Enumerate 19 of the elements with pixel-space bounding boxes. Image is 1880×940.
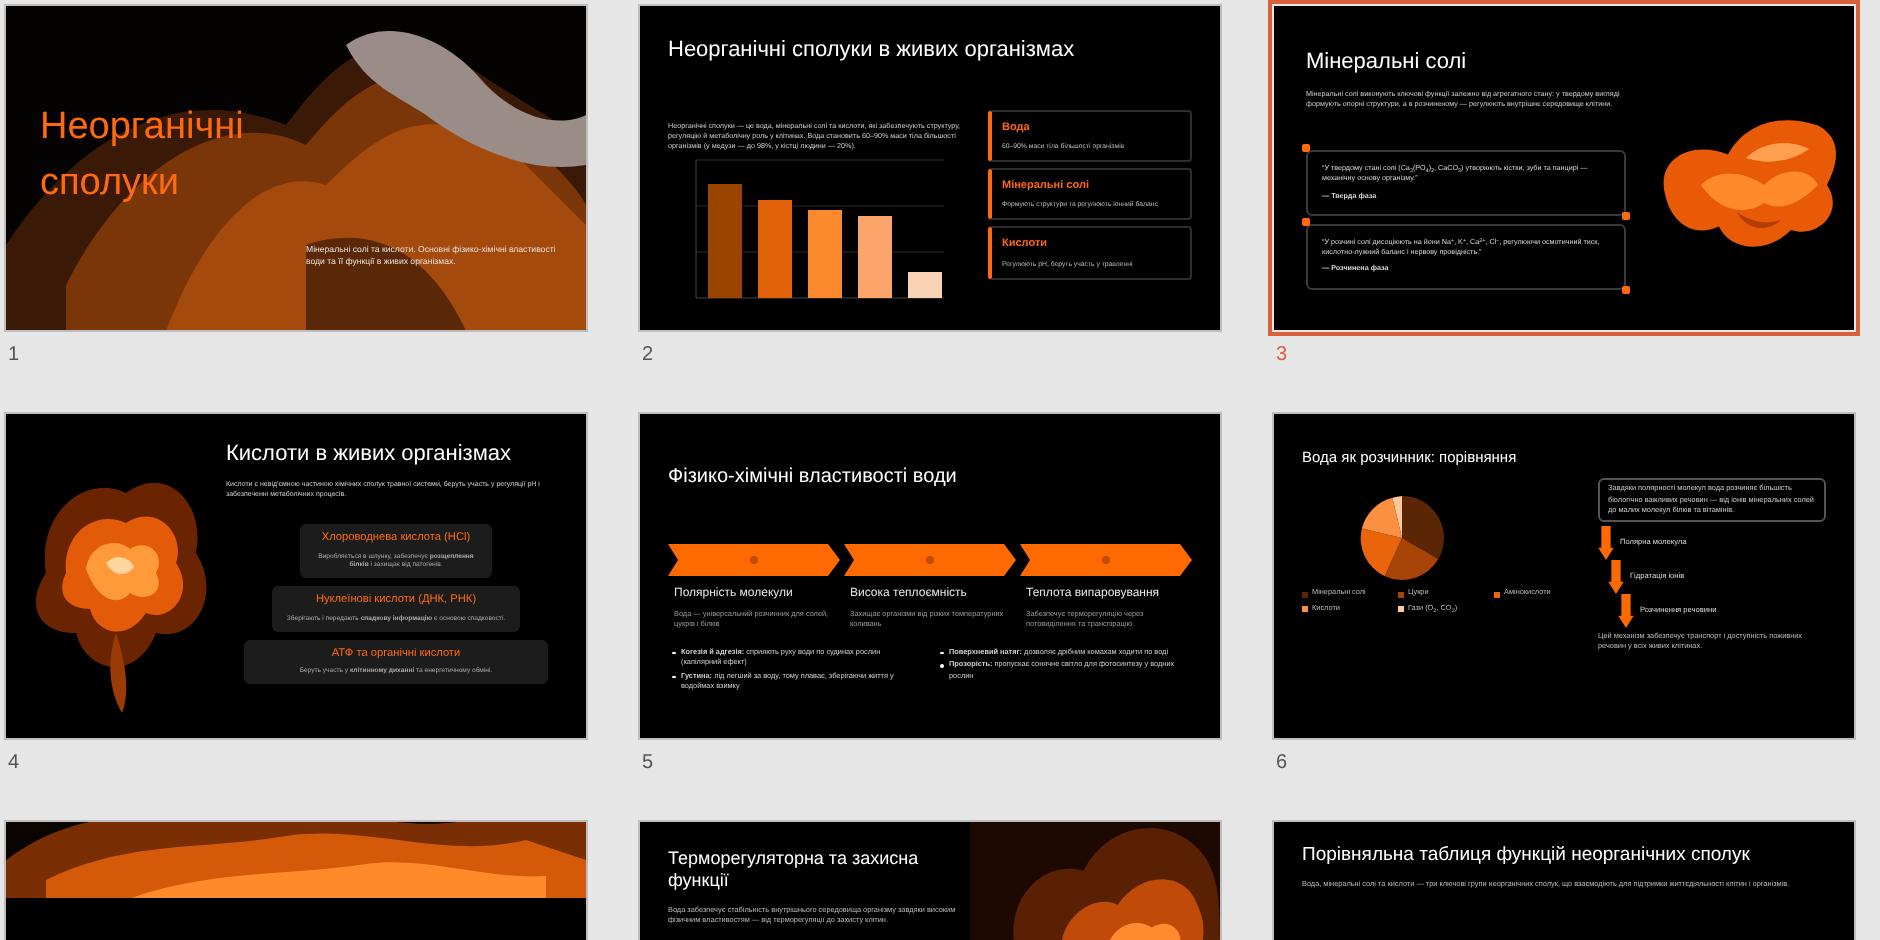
slide-number: 5 bbox=[642, 750, 656, 778]
slide-title: Порівняльна таблиця функцій неорганічних сполук bbox=[1302, 844, 1752, 868]
slide-thumbnail[interactable] bbox=[1274, 414, 1854, 738]
pie-chart-drawing bbox=[1358, 494, 1446, 583]
slide-number: 2 bbox=[642, 342, 656, 370]
slide-title: Мінеральні солі bbox=[1306, 50, 1469, 78]
slide-number: 1 bbox=[8, 342, 22, 370]
slide-thumbnail[interactable] bbox=[640, 6, 1220, 330]
slide-number: 4 bbox=[8, 750, 22, 778]
slide-title: Неорганічні сполуки в живих організмах bbox=[668, 38, 1077, 66]
slide-title: Неорганічні сполуки bbox=[40, 104, 246, 208]
slide-number: 6 bbox=[1276, 750, 1290, 778]
slide-thumbnail[interactable] bbox=[1274, 6, 1854, 330]
slide-thumbnail[interactable] bbox=[6, 414, 586, 738]
slide-number: 3 bbox=[1276, 342, 1290, 370]
slide-thumbnail[interactable] bbox=[640, 414, 1220, 738]
slide-title: Кислоти в живих організмах bbox=[226, 442, 514, 470]
slide-title: Фізико-хімічні властивості води bbox=[668, 466, 959, 491]
slide-title: Терморегуляторна та захисна функції bbox=[668, 848, 921, 893]
